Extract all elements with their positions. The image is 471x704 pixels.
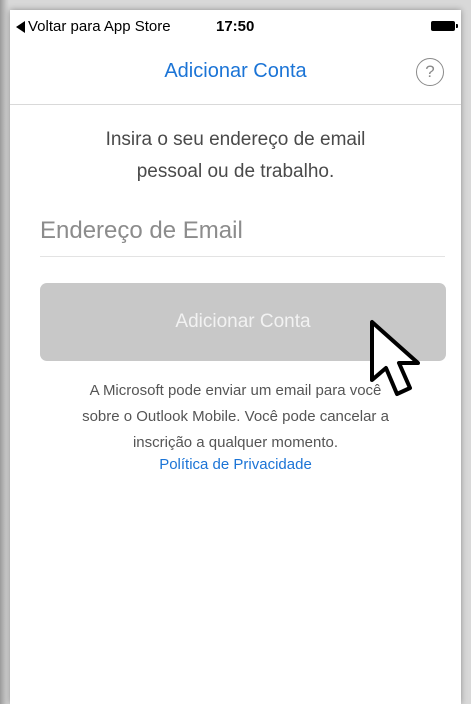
phone-screen: Voltar para App Store 17:50 Adicionar Co… [10,10,461,704]
back-to-app-store[interactable]: Voltar para App Store [16,18,171,35]
help-icon[interactable]: ? [416,58,444,86]
back-to-app-store-label: Voltar para App Store [28,18,171,35]
page-title: Adicionar Conta [164,60,307,82]
mouse-cursor-icon [370,320,420,396]
instruction-line-2: pessoal ou de trabalho. [136,161,335,182]
battery-icon [431,21,458,31]
instruction-text: Insira o seu endereço de email pessoal o… [40,124,431,188]
navigation-bar: Adicionar Conta ? [10,42,461,105]
disclaimer-line-3: inscrição a qualquer momento. [132,434,339,451]
device-frame: Voltar para App Store 17:50 Adicionar Co… [0,0,471,704]
back-arrow-icon [16,20,25,33]
instruction-line-1: Insira o seu endereço de email [105,129,366,150]
status-bar: Voltar para App Store 17:50 [10,10,461,42]
email-field[interactable] [40,206,445,257]
privacy-policy-link[interactable]: Política de Privacidade [10,456,461,473]
status-time: 17:50 [216,18,255,35]
disclaimer-line-2: sobre o Outlook Mobile. Você pode cancel… [82,408,389,425]
